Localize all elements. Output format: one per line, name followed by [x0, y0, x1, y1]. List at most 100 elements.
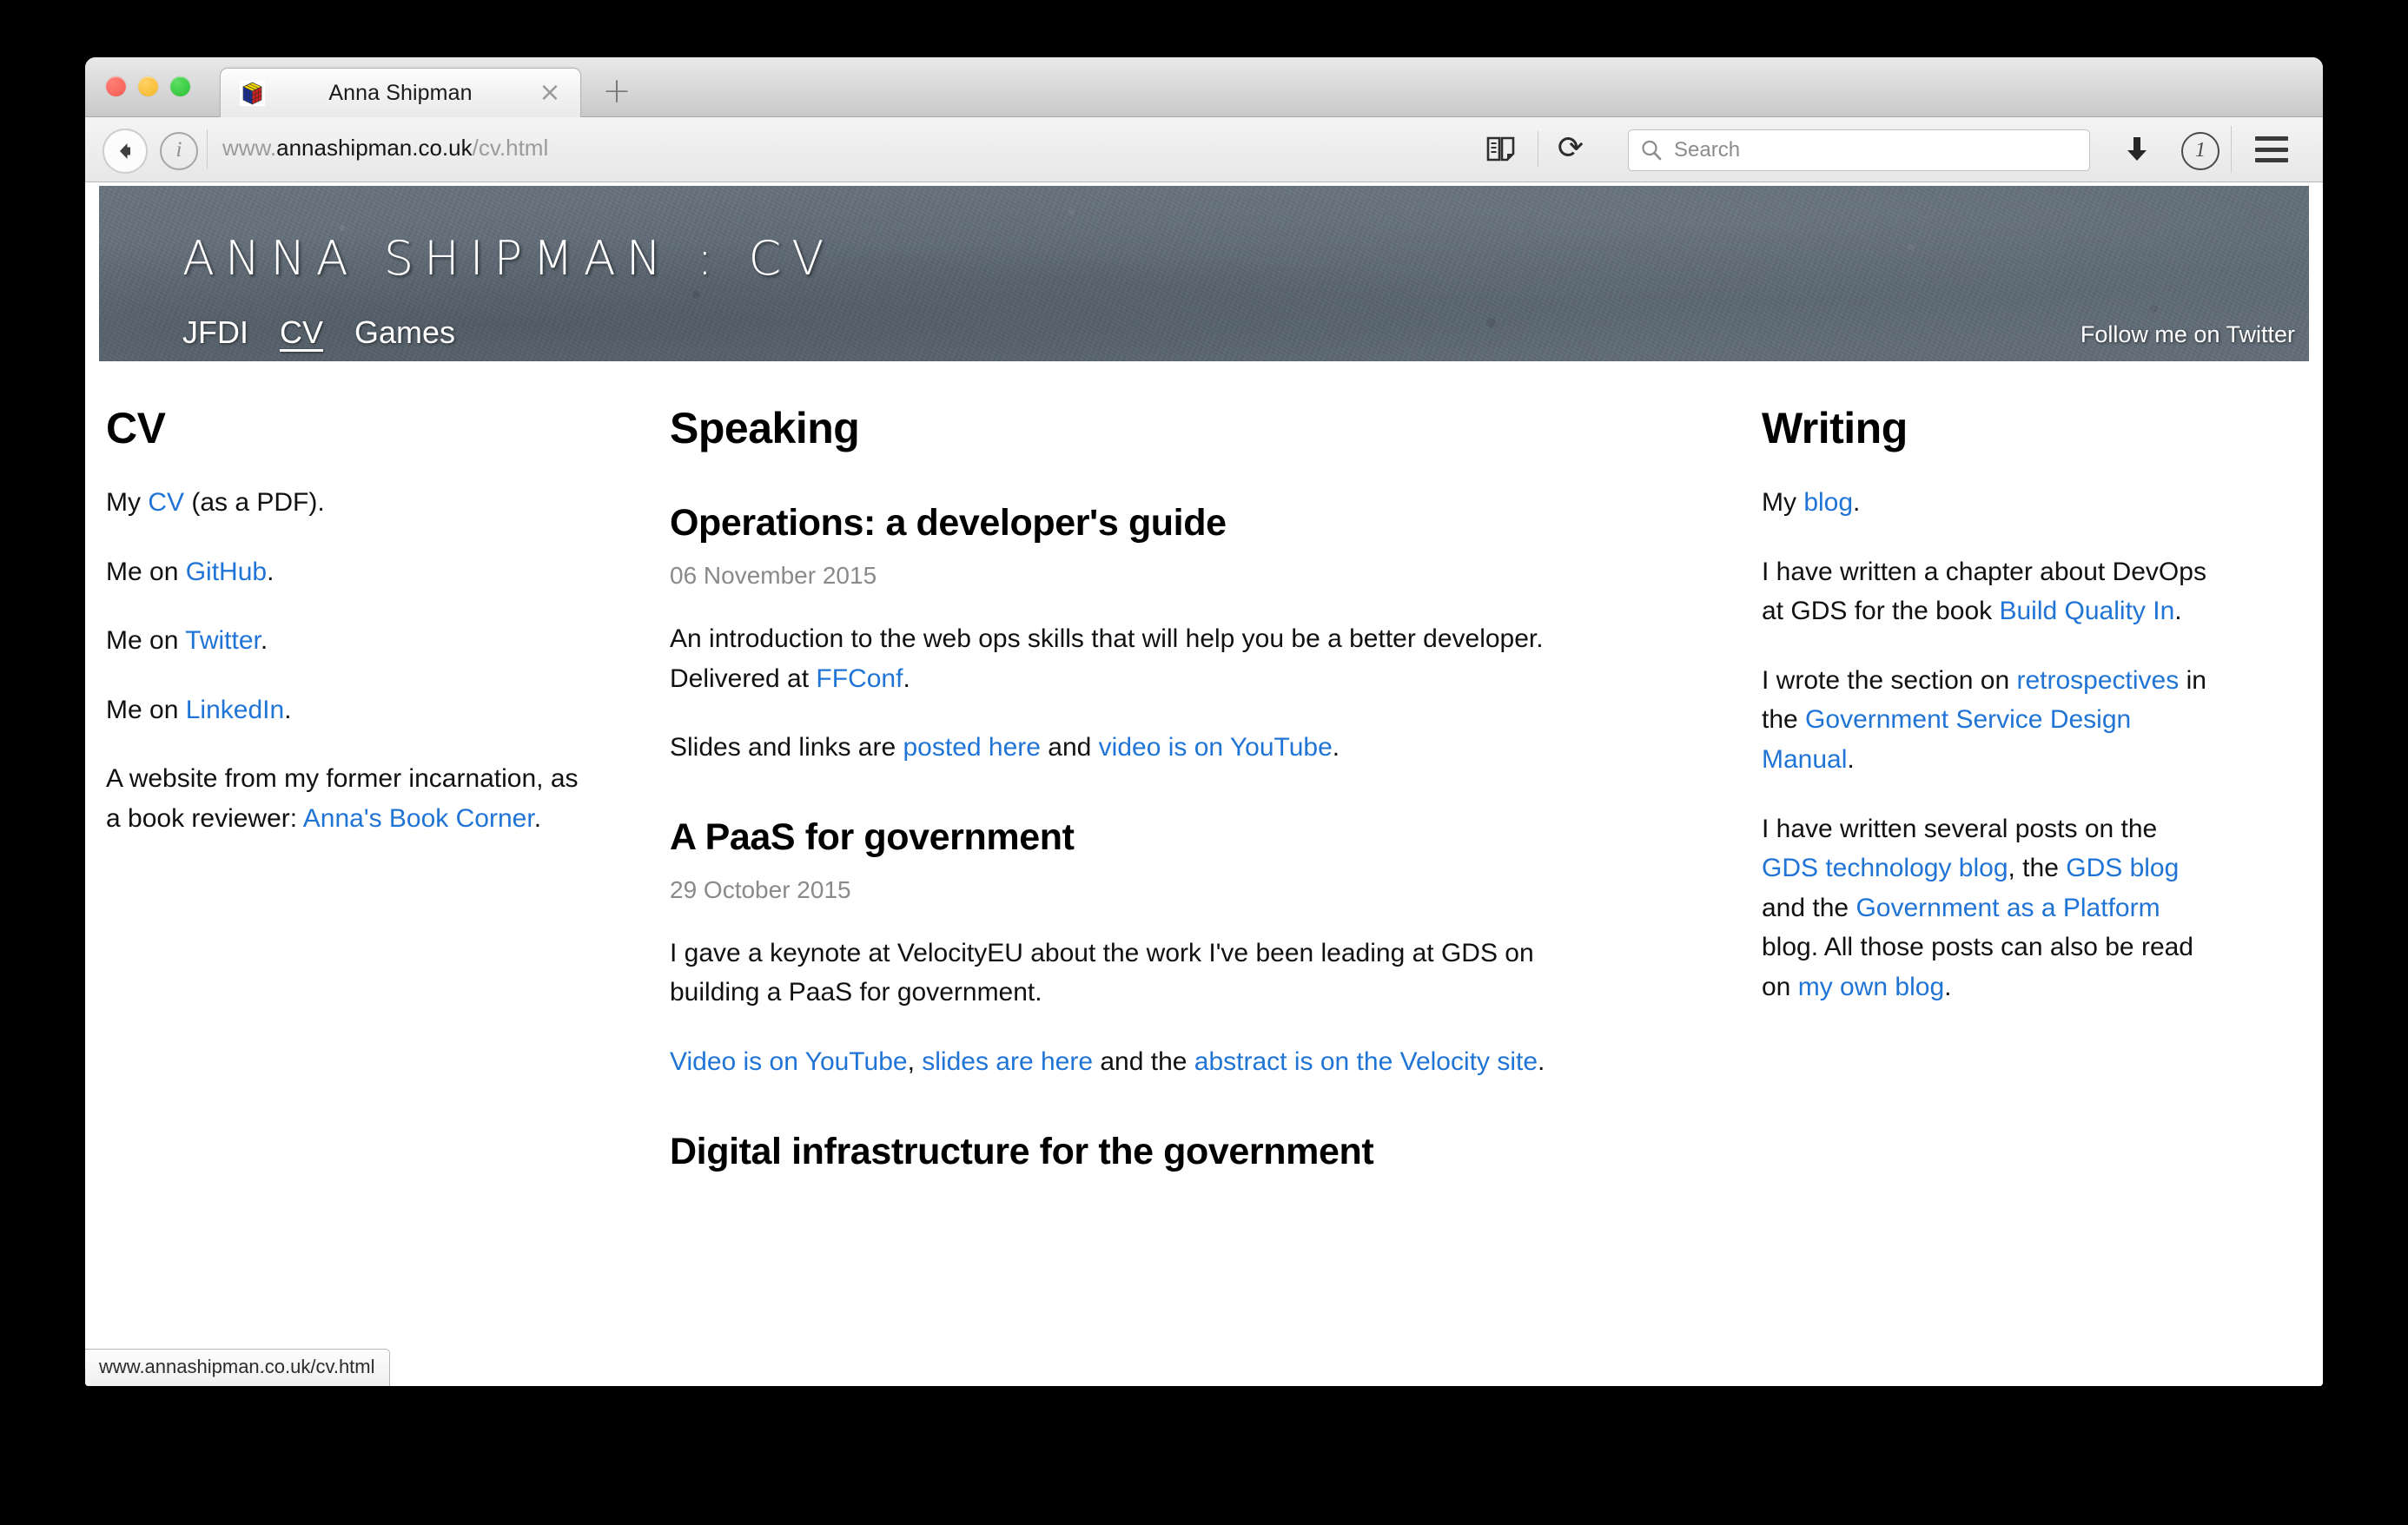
twitter-post: . — [260, 626, 268, 656]
window-controls — [106, 76, 190, 96]
blog-paragraph: My blog. — [1762, 483, 2213, 523]
tab-title: Anna Shipman — [328, 81, 473, 105]
paas-abstract-link[interactable]: abstract is on the Velocity site — [1194, 1047, 1538, 1076]
url-path: /cv.html — [472, 135, 549, 161]
downloads-icon[interactable] — [2120, 131, 2153, 168]
retrospectives-link[interactable]: retrospectives — [2017, 666, 2180, 695]
menu-divider — [2231, 126, 2232, 173]
posts-pre: I have written several posts on the — [1762, 814, 2158, 843]
twitter-pre: Me on — [106, 626, 186, 656]
talk-date-operations: 06 November 2015 — [670, 562, 877, 589]
blog-post: . — [1853, 488, 1861, 517]
blog-pre: My — [1762, 488, 1804, 517]
gds-technology-blog-link[interactable]: GDS technology blog — [1762, 854, 2008, 882]
paas-slides-link[interactable]: slides are here — [922, 1047, 1093, 1076]
video-youtube-link[interactable]: video is on YouTube — [1099, 733, 1333, 762]
section-pre: I wrote the section on — [1762, 665, 2017, 695]
cv-pdf-post: (as a PDF). — [184, 488, 325, 517]
writing-heading: Writing — [1762, 404, 1908, 452]
maximize-window-button[interactable] — [170, 76, 190, 96]
nav-item-jfdi[interactable]: JFDI — [182, 314, 248, 351]
close-window-button[interactable] — [106, 76, 126, 96]
twitter-paragraph: Me on Twitter. — [106, 621, 592, 661]
cv-pdf-paragraph: My CV (as a PDF). — [106, 483, 592, 523]
talk-desc-operations-pre: An introduction to the web ops skills th… — [670, 624, 1544, 693]
linkedin-post: . — [284, 695, 292, 724]
gds-blog-link[interactable]: GDS blog — [2066, 854, 2179, 882]
operations-links-mid: and — [1040, 733, 1099, 762]
back-arrow-icon[interactable] — [103, 129, 148, 174]
paas-links-mid: and the — [1093, 1046, 1194, 1076]
blog-link[interactable]: blog — [1803, 488, 1853, 517]
talk-desc-operations: An introduction to the web ops skills th… — [670, 619, 1617, 698]
url-bar[interactable]: www.annashipman.co.uk/cv.html — [222, 135, 548, 162]
site-navigation: JFDI CV Games — [182, 314, 455, 351]
site-info-icon[interactable]: i — [160, 132, 198, 170]
tab-strip: Anna Shipman × + — [85, 57, 2323, 118]
talk-links-paas: Video is on YouTube, slides are here and… — [670, 1042, 1617, 1082]
book-corner-paragraph: A website from my former incarnation, as… — [106, 759, 592, 838]
chapter-paragraph: I have written a chapter about DevOps at… — [1762, 552, 2213, 631]
paas-links-post: . — [1538, 1046, 1545, 1076]
close-tab-icon[interactable]: × — [539, 80, 561, 106]
pocket-icon[interactable]: 1 — [2181, 132, 2219, 170]
paas-video-youtube-link[interactable]: Video is on YouTube — [670, 1047, 908, 1076]
cv-pdf-link[interactable]: CV — [148, 488, 184, 517]
url-domain: annashipman.co.uk — [276, 135, 473, 161]
talk-date-paas: 29 October 2015 — [670, 875, 851, 903]
hamburger-menu-icon[interactable] — [2255, 136, 2288, 162]
build-quality-in-link[interactable]: Build Quality In — [1999, 597, 2174, 625]
url-divider — [207, 129, 208, 169]
follow-on-twitter-link[interactable]: Follow me on Twitter — [2081, 321, 2295, 348]
cv-column: CV My CV (as a PDF). Me on GitHub. Me on… — [106, 361, 592, 839]
browser-window: Anna Shipman × + i www.annashipman.co.uk… — [85, 57, 2323, 1386]
linkedin-paragraph: Me on LinkedIn. — [106, 690, 592, 730]
search-input[interactable]: Search — [1628, 129, 2090, 171]
talk-title-paas: A PaaS for government — [670, 815, 1075, 858]
chapter-post: . — [2174, 597, 2182, 626]
service-design-manual-link[interactable]: Government Service Design Manual — [1762, 705, 2131, 774]
retrospectives-paragraph: I wrote the section on retrospectives in… — [1762, 661, 2213, 780]
reader-mode-icon[interactable] — [1484, 133, 1518, 166]
github-pre: Me on — [106, 557, 186, 586]
book-corner-post: . — [533, 803, 542, 833]
operations-links-pre: Slides and links are — [670, 733, 903, 762]
book-corner-link[interactable]: Anna's Book Corner — [303, 804, 534, 833]
reload-icon[interactable]: ⟳ — [1553, 131, 1588, 168]
cv-pdf-pre: My — [106, 488, 149, 517]
linkedin-link[interactable]: LinkedIn — [186, 696, 284, 724]
my-own-blog-link[interactable]: my own blog — [1798, 973, 1944, 1001]
talk-title-operations: Operations: a developer's guide — [670, 502, 1227, 544]
paas-links-sep1: , — [907, 1046, 923, 1076]
twitter-link[interactable]: Twitter — [185, 626, 261, 655]
ffconf-link[interactable]: FFConf — [816, 664, 903, 693]
speaking-heading: Speaking — [670, 404, 860, 452]
site-header-banner: ANNA SHIPMAN : CV JFDI CV Games Follow m… — [99, 186, 2309, 361]
posts-mid2: and the — [1762, 893, 1856, 922]
nav-item-cv[interactable]: CV — [280, 314, 323, 351]
github-link[interactable]: GitHub — [186, 558, 267, 586]
search-icon — [1639, 138, 1664, 162]
talk-links-operations: Slides and links are posted here and vid… — [670, 728, 1617, 768]
posts-post: . — [1944, 972, 1952, 1001]
page-viewport: ANNA SHIPMAN : CV JFDI CV Games Follow m… — [85, 182, 2323, 1386]
speaking-column: Speaking Operations: a developer's guide… — [670, 361, 1617, 1173]
github-paragraph: Me on GitHub. — [106, 552, 592, 592]
nav-item-games[interactable]: Games — [354, 314, 455, 351]
posted-here-link[interactable]: posted here — [903, 733, 1040, 762]
linkedin-pre: Me on — [106, 695, 186, 724]
minimize-window-button[interactable] — [138, 76, 158, 96]
operations-links-post: . — [1332, 733, 1340, 762]
talk-desc-operations-post: . — [903, 663, 910, 693]
search-placeholder: Search — [1674, 138, 1741, 162]
url-prefix: www. — [222, 135, 277, 161]
browser-tab[interactable]: Anna Shipman × — [220, 68, 581, 118]
page-title: ANNA SHIPMAN : CV — [182, 231, 835, 286]
navigation-toolbar: i www.annashipman.co.uk/cv.html ⟳ Search — [85, 117, 2323, 182]
government-as-a-platform-link[interactable]: Government as a Platform — [1856, 894, 2160, 922]
talk-title-digital-infrastructure: Digital infrastructure for the governmen… — [670, 1130, 1374, 1172]
github-post: . — [267, 557, 275, 586]
new-tab-button[interactable]: + — [601, 74, 632, 109]
posts-mid1: , the — [2008, 854, 2067, 883]
cv-heading: CV — [106, 404, 166, 452]
